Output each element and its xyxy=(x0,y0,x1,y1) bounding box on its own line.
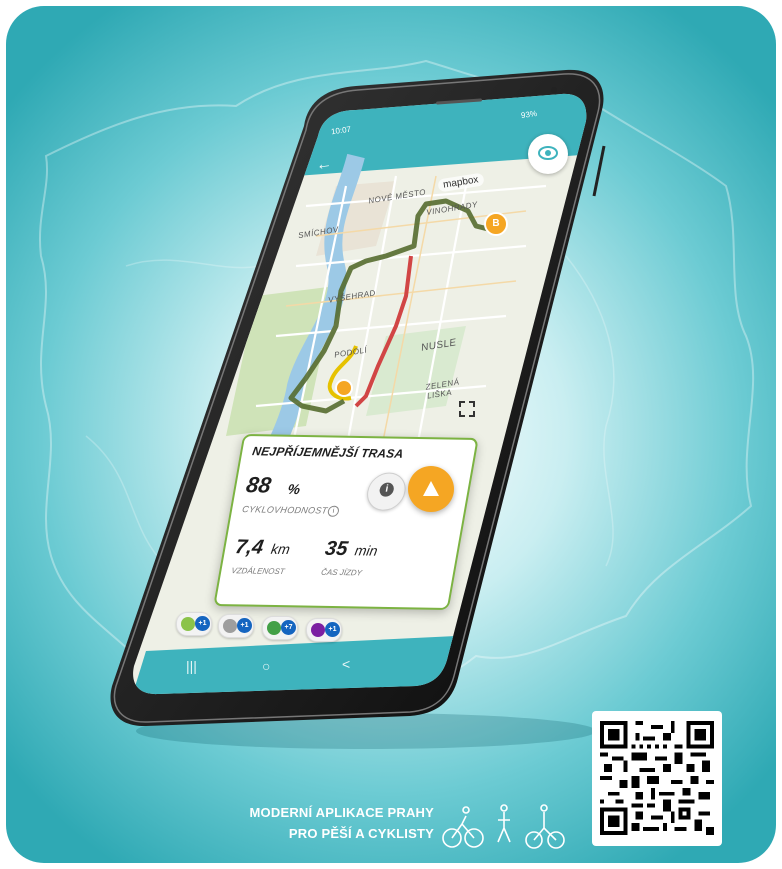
eye-icon xyxy=(538,146,558,160)
qr-code[interactable] xyxy=(592,711,722,846)
distance-unit: km xyxy=(269,540,292,558)
mode-badge: +1 xyxy=(195,616,210,631)
duration-value: 35 xyxy=(323,537,350,561)
view-toggle-button[interactable] xyxy=(528,134,568,174)
route-title: NEJPŘÍJEMNĚJŠÍ TRASA xyxy=(251,444,405,461)
home-button[interactable]: ○ xyxy=(262,658,270,674)
distance-value: 7,4 xyxy=(233,536,266,559)
bikeability-score: 88 xyxy=(244,472,274,498)
mode-badge: +1 xyxy=(325,622,340,637)
info-icon: i xyxy=(378,482,395,497)
poster-background: 10:07 93% ← mapbox NOVÉ MĚSTO VINOHRADY … xyxy=(6,6,776,863)
info-small-icon[interactable]: i xyxy=(326,505,340,517)
recent-apps-button[interactable]: ||| xyxy=(186,658,197,674)
route-summary-card[interactable]: NEJPŘÍJEMNĚJŠÍ TRASA 88 % CYKLOVHODNOST … xyxy=(213,433,479,611)
route-end-marker[interactable]: B xyxy=(484,212,508,236)
mode-icon xyxy=(311,623,325,637)
mode-chip-3[interactable]: +7 xyxy=(262,616,298,640)
tagline-line-2: PRO PĚŠÍ A CYKLISTY xyxy=(288,826,434,841)
bikeability-label: CYKLOVHODNOST xyxy=(241,504,329,516)
mode-chip-4[interactable]: +1 xyxy=(306,618,342,642)
mode-badge: +1 xyxy=(237,618,252,633)
bikeability-unit: % xyxy=(286,480,302,498)
expand-icon[interactable] xyxy=(458,400,476,418)
qr-code-pattern xyxy=(600,721,714,835)
mode-icon xyxy=(223,619,237,633)
mode-badge: +7 xyxy=(281,620,296,635)
mode-icon xyxy=(267,621,281,635)
cyclist-pedestrian-icons xyxy=(442,804,565,849)
duration-label: ČAS JÍZDY xyxy=(320,567,363,578)
system-back-button[interactable]: < xyxy=(342,656,350,672)
mode-chip-1[interactable]: +1 xyxy=(176,612,212,636)
start-navigation-button[interactable] xyxy=(408,466,454,512)
tagline: MODERNÍ APLIKACE PRAHY PRO PĚŠÍ A CYKLIS… xyxy=(166,802,434,844)
mode-icon xyxy=(181,617,195,631)
mode-chip-2[interactable]: +1 xyxy=(218,614,254,638)
navigate-triangle-icon xyxy=(423,481,439,496)
duration-unit: min xyxy=(353,542,379,559)
back-arrow-icon[interactable]: ← xyxy=(315,155,333,175)
tagline-line-1: MODERNÍ APLIKACE PRAHY xyxy=(249,805,434,820)
distance-label: VZDÁLENOST xyxy=(230,566,286,577)
route-info-button[interactable]: i xyxy=(364,472,409,511)
